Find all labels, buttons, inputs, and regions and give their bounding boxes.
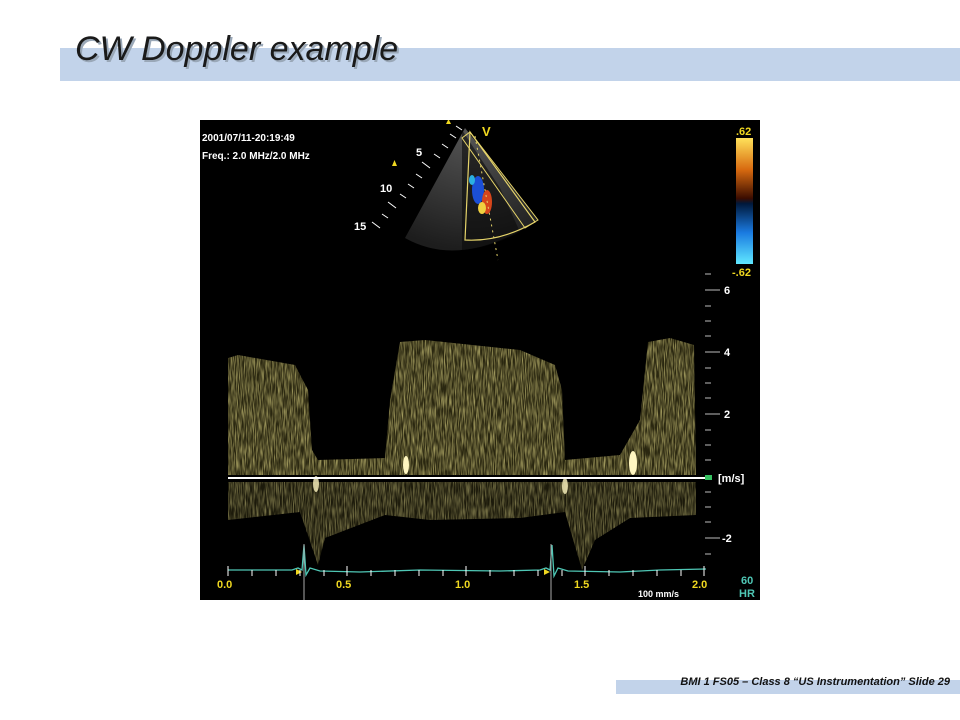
time-label-0-5: 0.5 [336,579,351,591]
depth-label-15: 15 [354,221,366,233]
echo-sector [405,128,539,261]
velocity-unit-label: [m/s] [718,473,745,485]
slide-title: CW Doppler example [75,30,399,68]
baseline-marker [705,475,712,480]
sweep-speed-text: 100 mm/s [638,589,679,599]
color-scale-bar [736,138,753,264]
velocity-label-4: 4 [724,347,731,359]
heart-rate-label: HR [739,588,755,600]
time-label-0: 0.0 [217,579,232,591]
doppler-spectrum [228,338,696,570]
color-scale-top: .62 [736,126,751,138]
velocity-label-6: 6 [724,285,730,297]
velocity-label-neg2: -2 [722,533,732,545]
orientation-marker-v: V [482,124,491,139]
time-label-1-5: 1.5 [574,579,589,591]
frequency-text: Freq.: 2.0 MHz/2.0 MHz [202,151,310,162]
focus-marker-icon-2 [446,120,451,124]
doppler-svg: 2001/07/11-20:19:49 Freq.: 2.0 MHz/2.0 M… [202,120,755,600]
timestamp-text: 2001/07/11-20:19:49 [202,133,295,144]
time-label-1-0: 1.0 [455,579,470,591]
heart-rate-value: 60 [741,575,753,587]
velocity-label-2: 2 [724,409,730,421]
velocity-ticks [705,273,720,555]
time-label-2-0: 2.0 [692,579,707,591]
slide-footer: BMI 1 FS05 – Class 8 “US Instrumentation… [680,676,950,688]
depth-label-10: 10 [380,183,392,195]
focus-marker-icon [392,160,397,166]
depth-label-5: 5 [416,147,422,159]
color-scale-bottom: -.62 [732,267,751,279]
doppler-image: 2001/07/11-20:19:49 Freq.: 2.0 MHz/2.0 M… [200,120,760,600]
